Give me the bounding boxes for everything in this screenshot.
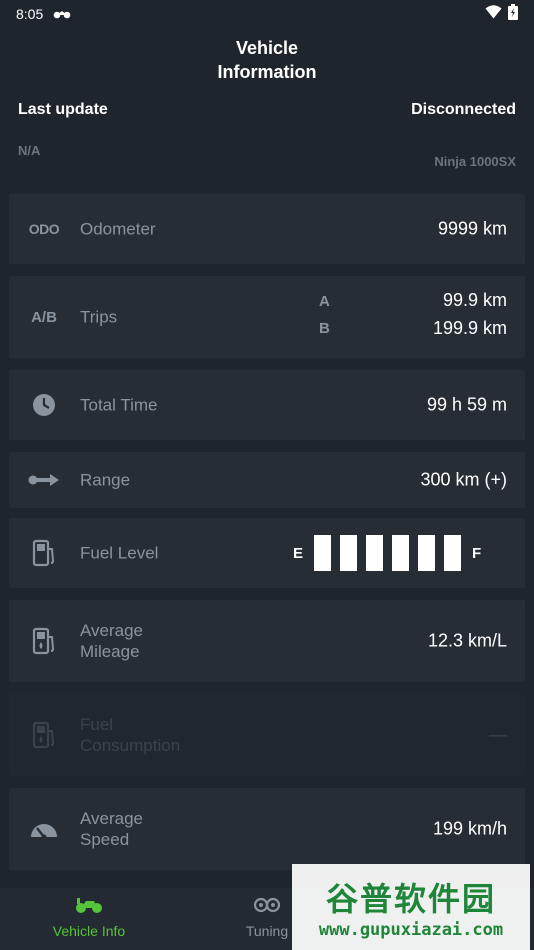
- trips-icon: A/B: [31, 308, 57, 326]
- fuel-bar: [418, 535, 436, 571]
- battery-icon: [508, 3, 518, 25]
- range-card: Range 300 km (+): [9, 452, 525, 508]
- vehicle-model: Ninja 1000SX: [434, 154, 516, 169]
- trip-b-value: 199.9 km: [432, 318, 507, 338]
- fuel-drop-icon: [27, 627, 61, 655]
- connection-status: Disconnected: [411, 101, 516, 118]
- fuel-bar: [366, 535, 384, 571]
- average-mileage-label-line1: Average: [80, 621, 144, 640]
- trips-card: A/B Trips A B 99.9 km 199.9 km: [9, 276, 525, 358]
- fuel-empty-mark: E: [293, 544, 304, 562]
- average-mileage-label-line2: Mileage: [80, 642, 140, 661]
- fuel-pump-icon: [27, 539, 61, 567]
- trip-b-letter: B: [319, 320, 330, 337]
- fuel-consumption-label-line1: Fuel: [80, 715, 114, 734]
- fuel-level-label: Fuel Level: [80, 543, 159, 563]
- speedometer-icon: [27, 815, 61, 843]
- status-bar: 8:05: [0, 0, 534, 28]
- status-time: 8:05: [16, 6, 44, 22]
- tuning-icon: [253, 896, 281, 917]
- odometer-value: 9999 km: [437, 218, 507, 239]
- last-update-label: Last update: [18, 101, 108, 118]
- motorcycle-notification-icon: [53, 6, 71, 22]
- trip-values: 99.9 km 199.9 km: [433, 286, 507, 342]
- wifi-icon: [485, 4, 502, 24]
- watermark-url: www.gupuxiazai.com: [318, 920, 504, 940]
- page-title: Vehicle Information: [0, 36, 534, 84]
- fuel-consumption-icon: [27, 721, 61, 749]
- fuel-bar: [314, 535, 332, 571]
- tab-vehicle-info-label: Vehicle Info: [52, 923, 126, 939]
- fuel-consumption-card: Fuel Consumption —: [9, 694, 525, 776]
- last-update-value: N/A: [18, 143, 41, 158]
- title-line-2: Information: [217, 62, 317, 82]
- average-speed-card: Average Speed 199 km/h: [9, 788, 525, 870]
- fuel-bars: [314, 535, 462, 571]
- odometer-icon: ODO: [28, 221, 60, 237]
- trip-letters: A B: [319, 288, 330, 342]
- fuel-bar: [444, 535, 462, 571]
- tab-vehicle-info[interactable]: Vehicle Info: [0, 896, 178, 939]
- total-time-value: 99 h 59 m: [426, 394, 507, 415]
- watermark-title: 谷普软件园: [325, 880, 496, 918]
- average-speed-label-line1: Average: [80, 809, 144, 828]
- fuel-consumption-label-line2: Consumption: [80, 736, 181, 755]
- average-speed-label: Average Speed: [80, 808, 143, 850]
- average-mileage-label: Average Mileage: [80, 620, 143, 662]
- fuel-bar: [392, 535, 410, 571]
- average-speed-label-line2: Speed: [80, 830, 130, 849]
- odometer-label: Odometer: [80, 219, 156, 239]
- odometer-card: ODO Odometer 9999 km: [9, 194, 525, 264]
- average-speed-value: 199 km/h: [432, 818, 507, 839]
- trip-a-value: 99.9 km: [442, 290, 507, 310]
- trips-label: Trips: [80, 307, 118, 327]
- trip-a-letter: A: [319, 293, 330, 310]
- motorcycle-icon: [75, 896, 103, 917]
- fuel-gauge: E F: [293, 535, 481, 571]
- fuel-consumption-label: Fuel Consumption: [80, 714, 180, 756]
- title-line-1: Vehicle: [235, 38, 299, 58]
- range-arrow-icon: [27, 466, 61, 494]
- fuel-level-card: Fuel Level E F: [9, 518, 525, 588]
- tab-tuning-label: Tuning: [245, 923, 289, 939]
- fuel-consumption-value: —: [489, 724, 507, 745]
- total-time-label: Total Time: [80, 395, 158, 415]
- total-time-card: Total Time 99 h 59 m: [9, 370, 525, 440]
- fuel-full-mark: F: [472, 544, 482, 562]
- watermark: 谷普软件园 www.gupuxiazai.com: [292, 864, 530, 950]
- average-mileage-card: Average Mileage 12.3 km/L: [9, 600, 525, 682]
- fuel-bar: [340, 535, 358, 571]
- average-mileage-value: 12.3 km/L: [427, 630, 507, 651]
- clock-icon: [27, 391, 61, 419]
- range-value: 300 km (+): [420, 469, 507, 490]
- range-label: Range: [80, 470, 131, 490]
